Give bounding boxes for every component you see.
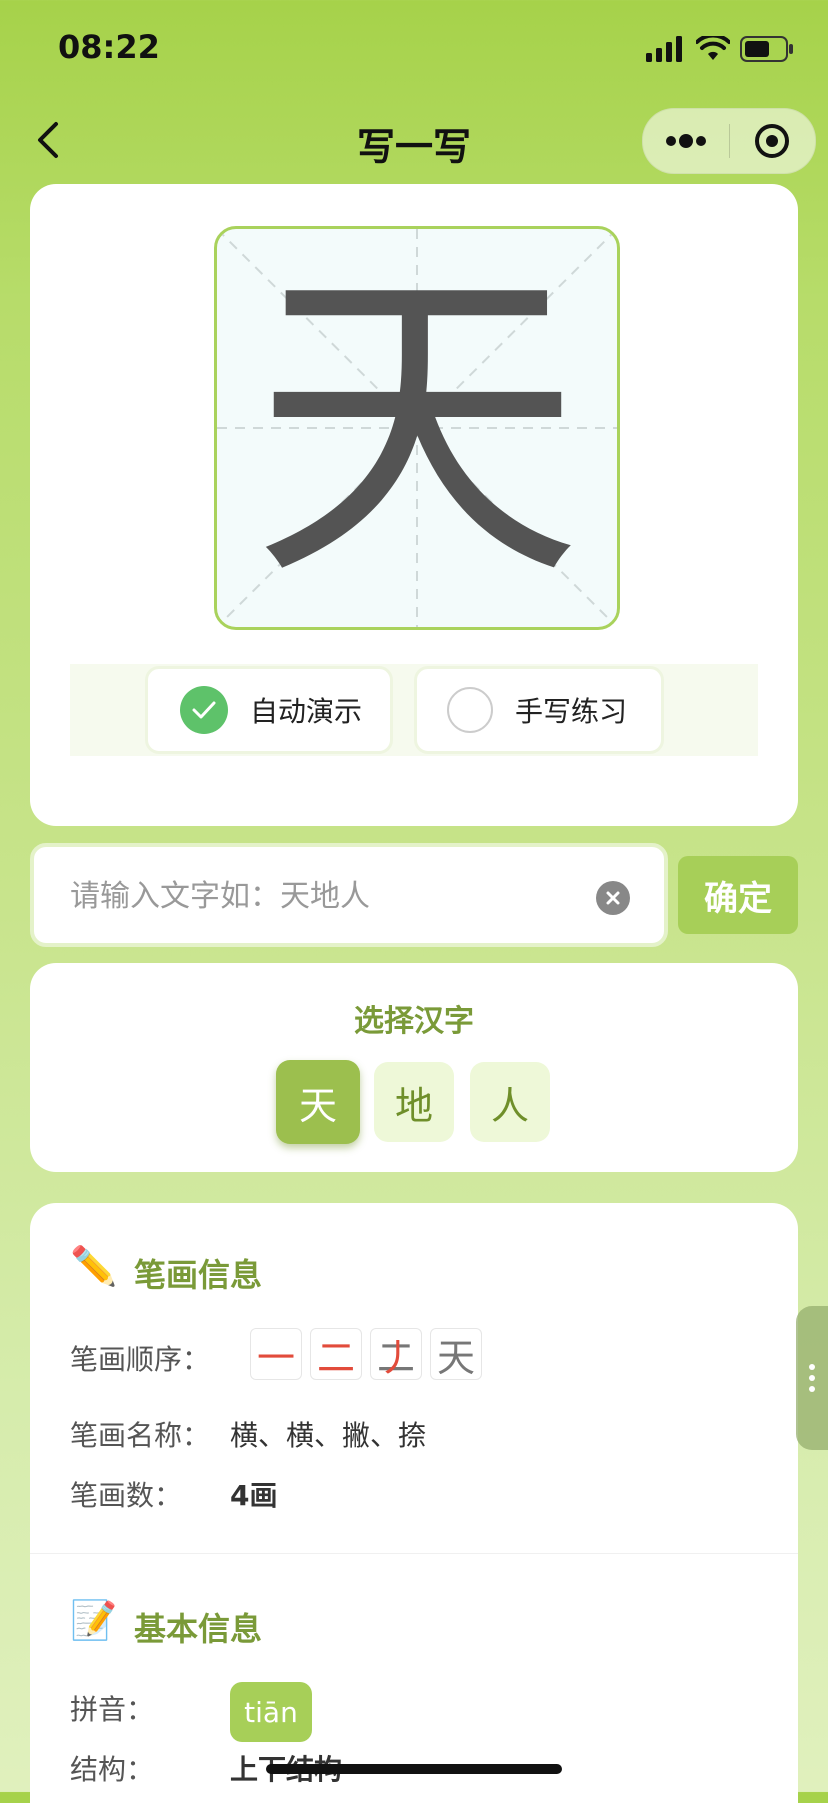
more-button[interactable] [643,109,729,173]
stroke-count-label: 笔画数： [70,1479,183,1512]
close-icon [606,891,620,905]
stroke-order-label: 笔画顺序： [70,1343,211,1376]
stroke-frame-2: 二 [310,1328,362,1380]
section-divider [30,1553,798,1554]
stroke-frame-4: 天 [430,1328,482,1380]
target-circle-icon [755,124,790,158]
memo-icon: 📝 [70,1598,118,1642]
stroke-count-value: 4画 [230,1479,278,1512]
search-box [30,843,668,947]
stroke-frame-3-stroke: 丿 [376,1335,415,1380]
handle-dot [809,1386,815,1392]
writing-grid[interactable]: 天 [214,226,620,630]
radio-unchecked-icon [447,687,493,733]
mini-program-capsule [642,108,816,174]
basic-info-title: 基本信息 [134,1610,263,1648]
mode-hand-label: 手写练习 [515,695,628,728]
confirm-button[interactable]: 确定 [678,856,798,934]
pinyin-badge: tiān [230,1682,312,1742]
stroke-info-title: 笔画信息 [134,1256,263,1294]
char-option-di[interactable]: 地 [374,1062,454,1142]
stroke-name-value: 横、横、撇、捺 [230,1419,427,1452]
status-time: 08:22 [58,28,160,66]
stroke-frame-1-stroke: 一 [256,1335,295,1380]
select-title: 选择汉字 [354,1004,474,1039]
search-input[interactable] [68,871,592,921]
more-icon [665,134,706,148]
battery-icon [740,36,793,62]
status-icons [646,34,794,64]
stroke-frame-4-before: 天 [436,1335,475,1380]
wifi-icon [696,36,730,60]
char-option-tian[interactable]: 天 [276,1060,360,1144]
mode-handwriting[interactable]: 手写练习 [414,666,664,754]
close-miniprogram-button[interactable] [730,109,816,173]
radio-checked-icon [180,686,228,734]
structure-label: 结构： [70,1753,155,1786]
side-drawer-handle[interactable] [796,1306,828,1450]
stroke-frame-2-stroke: 二 [316,1335,355,1380]
pencil-icon: ✏️ [70,1244,118,1288]
stroke-name-label: 笔画名称： [70,1419,211,1452]
mode-auto-label: 自动演示 [250,695,363,728]
clear-button[interactable] [596,881,630,915]
signal-icon [646,36,682,62]
demo-character: 天 [252,236,582,620]
pinyin-label: 拼音： [70,1693,155,1726]
mode-auto-demo[interactable]: 自动演示 [145,666,393,754]
stroke-frame-3: 二丿 [370,1328,422,1380]
char-option-ren[interactable]: 人 [470,1062,550,1142]
handle-dot [809,1375,815,1381]
home-indicator [266,1764,562,1774]
stroke-frame-1: 一 [250,1328,302,1380]
handle-dot [809,1364,815,1370]
